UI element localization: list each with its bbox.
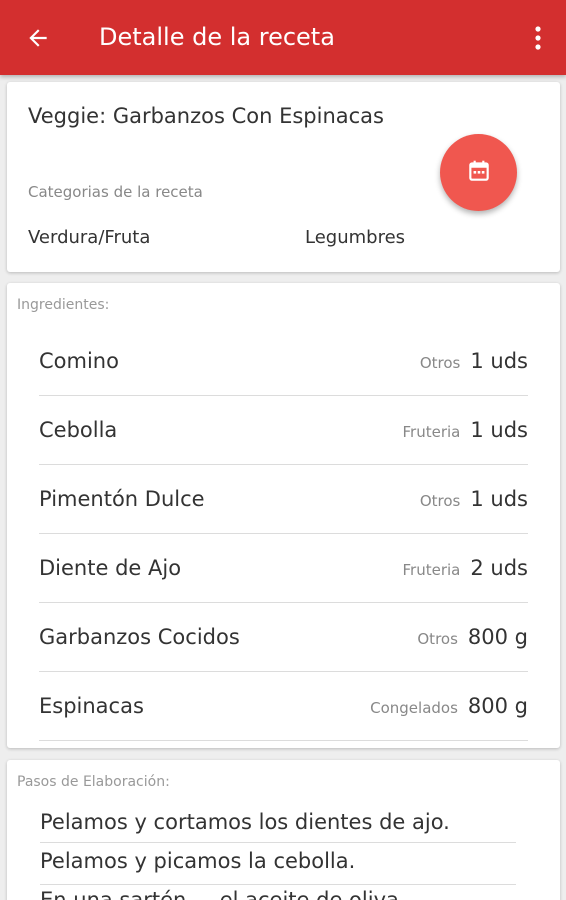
step-item: En una sartén ... el aceite de oliva [40, 888, 399, 900]
step-item: Pelamos y cortamos los dientes de ajo. [40, 810, 450, 834]
recipe-title: Veggie: Garbanzos Con Espinacas [28, 104, 384, 128]
list-item[interactable]: Cebolla Fruteria 1 uds [39, 396, 528, 465]
list-item[interactable]: Garbanzos Cocidos Otros 800 g [39, 603, 528, 672]
ingredient-category: Fruteria [402, 423, 461, 441]
ingredient-name: Diente de Ajo [39, 556, 182, 580]
steps-card: Pasos de Elaboración: Pelamos y cortamos… [7, 760, 560, 900]
ingredient-name: Garbanzos Cocidos [39, 625, 240, 649]
add-to-calendar-button[interactable] [440, 134, 517, 211]
ingredient-quantity: 800 g [467, 625, 528, 649]
ingredients-label: Ingredientes: [17, 297, 110, 313]
more-vert-icon[interactable] [526, 22, 550, 54]
list-item[interactable]: Pimentón Dulce Otros 1 uds [39, 465, 528, 534]
ingredient-quantity: 800 g [467, 694, 528, 718]
categories-label: Categorias de la receta [28, 183, 203, 201]
ingredient-name: Espinacas [39, 694, 144, 718]
ingredients-card: Ingredientes: Comino Otros 1 uds Cebolla… [7, 283, 560, 748]
list-item[interactable]: Diente de Ajo Fruteria 2 uds [39, 534, 528, 603]
category-tag: Legumbres [305, 227, 406, 248]
step-item: Pelamos y picamos la cebolla. [40, 849, 356, 873]
calendar-icon [466, 158, 492, 188]
ingredient-quantity: 1 uds [470, 418, 528, 442]
ingredient-category: Congelados [370, 699, 458, 717]
category-tag: Verdura/Fruta [28, 227, 151, 248]
ingredient-category: Otros [419, 354, 461, 372]
divider [40, 842, 516, 843]
app-bar: Detalle de la receta [0, 0, 566, 75]
list-item[interactable]: Espinacas Congelados 800 g [39, 672, 528, 741]
ingredient-category: Fruteria [402, 561, 461, 579]
divider [39, 740, 528, 741]
ingredient-name: Cebolla [39, 418, 118, 442]
ingredient-category: Otros [419, 492, 461, 510]
arrow-back-icon[interactable] [22, 22, 54, 54]
page-title: Detalle de la receta [99, 23, 335, 51]
ingredient-quantity: 1 uds [470, 349, 528, 373]
ingredient-name: Comino [39, 349, 119, 373]
steps-label: Pasos de Elaboración: [17, 774, 170, 790]
ingredient-category: Otros [417, 630, 458, 648]
ingredient-quantity: 2 uds [470, 556, 528, 580]
ingredient-name: Pimentón Dulce [39, 487, 205, 511]
divider [40, 884, 516, 885]
ingredient-quantity: 1 uds [470, 487, 528, 511]
list-item[interactable]: Comino Otros 1 uds [39, 327, 528, 396]
